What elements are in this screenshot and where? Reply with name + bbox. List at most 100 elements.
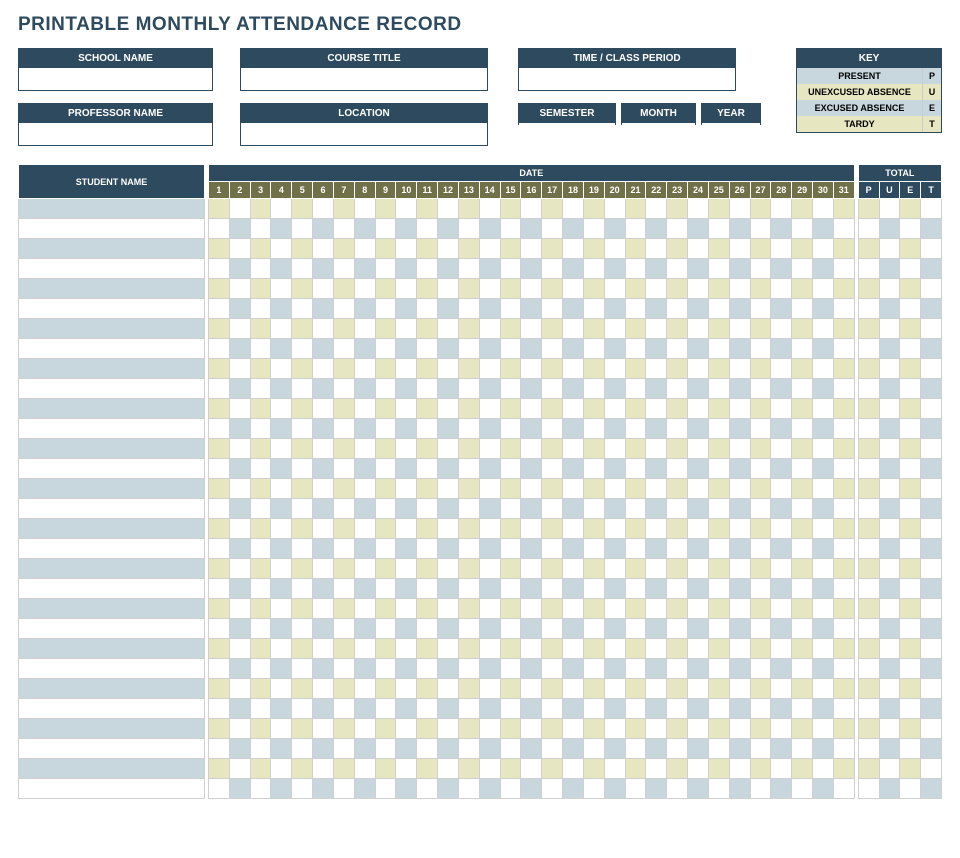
- attendance-cell[interactable]: [396, 319, 417, 339]
- attendance-cell[interactable]: [354, 699, 375, 719]
- attendance-cell[interactable]: [479, 279, 500, 299]
- attendance-cell[interactable]: [771, 419, 792, 439]
- attendance-cell[interactable]: [750, 459, 771, 479]
- attendance-cell[interactable]: [271, 259, 292, 279]
- attendance-cell[interactable]: [313, 439, 334, 459]
- attendance-cell[interactable]: [396, 219, 417, 239]
- attendance-cell[interactable]: [354, 379, 375, 399]
- attendance-cell[interactable]: [583, 459, 604, 479]
- attendance-cell[interactable]: [833, 299, 854, 319]
- attendance-cell[interactable]: [813, 739, 834, 759]
- attendance-cell[interactable]: [354, 199, 375, 219]
- total-cell[interactable]: [858, 719, 879, 739]
- attendance-cell[interactable]: [292, 219, 313, 239]
- attendance-cell[interactable]: [542, 619, 563, 639]
- attendance-cell[interactable]: [542, 779, 563, 799]
- attendance-cell[interactable]: [521, 459, 542, 479]
- total-cell[interactable]: [879, 619, 900, 639]
- attendance-cell[interactable]: [209, 199, 230, 219]
- attendance-cell[interactable]: [438, 299, 459, 319]
- attendance-cell[interactable]: [688, 699, 709, 719]
- attendance-cell[interactable]: [833, 539, 854, 559]
- attendance-cell[interactable]: [479, 259, 500, 279]
- attendance-cell[interactable]: [708, 199, 729, 219]
- total-cell[interactable]: [879, 759, 900, 779]
- attendance-cell[interactable]: [250, 199, 271, 219]
- attendance-cell[interactable]: [542, 219, 563, 239]
- attendance-cell[interactable]: [271, 719, 292, 739]
- attendance-cell[interactable]: [229, 419, 250, 439]
- attendance-cell[interactable]: [313, 699, 334, 719]
- attendance-cell[interactable]: [250, 339, 271, 359]
- attendance-cell[interactable]: [438, 619, 459, 639]
- attendance-cell[interactable]: [750, 579, 771, 599]
- attendance-cell[interactable]: [813, 359, 834, 379]
- attendance-cell[interactable]: [500, 759, 521, 779]
- attendance-cell[interactable]: [750, 239, 771, 259]
- attendance-cell[interactable]: [458, 539, 479, 559]
- attendance-cell[interactable]: [292, 459, 313, 479]
- attendance-cell[interactable]: [417, 679, 438, 699]
- attendance-cell[interactable]: [354, 739, 375, 759]
- attendance-cell[interactable]: [625, 259, 646, 279]
- attendance-cell[interactable]: [625, 319, 646, 339]
- total-cell[interactable]: [879, 359, 900, 379]
- attendance-cell[interactable]: [833, 699, 854, 719]
- attendance-cell[interactable]: [792, 779, 813, 799]
- attendance-cell[interactable]: [792, 459, 813, 479]
- attendance-cell[interactable]: [375, 699, 396, 719]
- total-cell[interactable]: [900, 419, 921, 439]
- attendance-cell[interactable]: [729, 339, 750, 359]
- student-name-cell[interactable]: [19, 459, 205, 479]
- attendance-cell[interactable]: [729, 259, 750, 279]
- attendance-cell[interactable]: [583, 199, 604, 219]
- attendance-cell[interactable]: [646, 599, 667, 619]
- attendance-cell[interactable]: [271, 399, 292, 419]
- attendance-cell[interactable]: [209, 299, 230, 319]
- attendance-cell[interactable]: [333, 579, 354, 599]
- attendance-cell[interactable]: [750, 259, 771, 279]
- attendance-cell[interactable]: [354, 619, 375, 639]
- attendance-cell[interactable]: [292, 539, 313, 559]
- attendance-cell[interactable]: [750, 719, 771, 739]
- attendance-cell[interactable]: [354, 779, 375, 799]
- total-cell[interactable]: [921, 779, 942, 799]
- attendance-cell[interactable]: [479, 779, 500, 799]
- attendance-cell[interactable]: [500, 539, 521, 559]
- attendance-cell[interactable]: [688, 459, 709, 479]
- attendance-cell[interactable]: [375, 279, 396, 299]
- total-cell[interactable]: [858, 599, 879, 619]
- attendance-cell[interactable]: [729, 599, 750, 619]
- attendance-cell[interactable]: [292, 599, 313, 619]
- attendance-cell[interactable]: [458, 219, 479, 239]
- total-cell[interactable]: [921, 659, 942, 679]
- attendance-cell[interactable]: [813, 339, 834, 359]
- attendance-cell[interactable]: [625, 339, 646, 359]
- attendance-cell[interactable]: [375, 199, 396, 219]
- attendance-cell[interactable]: [479, 739, 500, 759]
- attendance-cell[interactable]: [771, 279, 792, 299]
- attendance-cell[interactable]: [792, 559, 813, 579]
- attendance-cell[interactable]: [708, 519, 729, 539]
- attendance-cell[interactable]: [209, 359, 230, 379]
- attendance-cell[interactable]: [209, 559, 230, 579]
- attendance-cell[interactable]: [438, 759, 459, 779]
- attendance-cell[interactable]: [500, 419, 521, 439]
- attendance-cell[interactable]: [604, 499, 625, 519]
- student-name-cell[interactable]: [19, 659, 205, 679]
- attendance-cell[interactable]: [604, 259, 625, 279]
- attendance-cell[interactable]: [354, 439, 375, 459]
- attendance-cell[interactable]: [646, 359, 667, 379]
- attendance-cell[interactable]: [646, 319, 667, 339]
- attendance-cell[interactable]: [604, 299, 625, 319]
- total-cell[interactable]: [900, 399, 921, 419]
- attendance-cell[interactable]: [521, 759, 542, 779]
- total-cell[interactable]: [858, 259, 879, 279]
- attendance-cell[interactable]: [500, 219, 521, 239]
- attendance-cell[interactable]: [313, 259, 334, 279]
- attendance-cell[interactable]: [313, 379, 334, 399]
- attendance-cell[interactable]: [479, 539, 500, 559]
- month-field[interactable]: MONTH: [621, 103, 696, 125]
- student-name-cell[interactable]: [19, 359, 205, 379]
- attendance-cell[interactable]: [583, 719, 604, 739]
